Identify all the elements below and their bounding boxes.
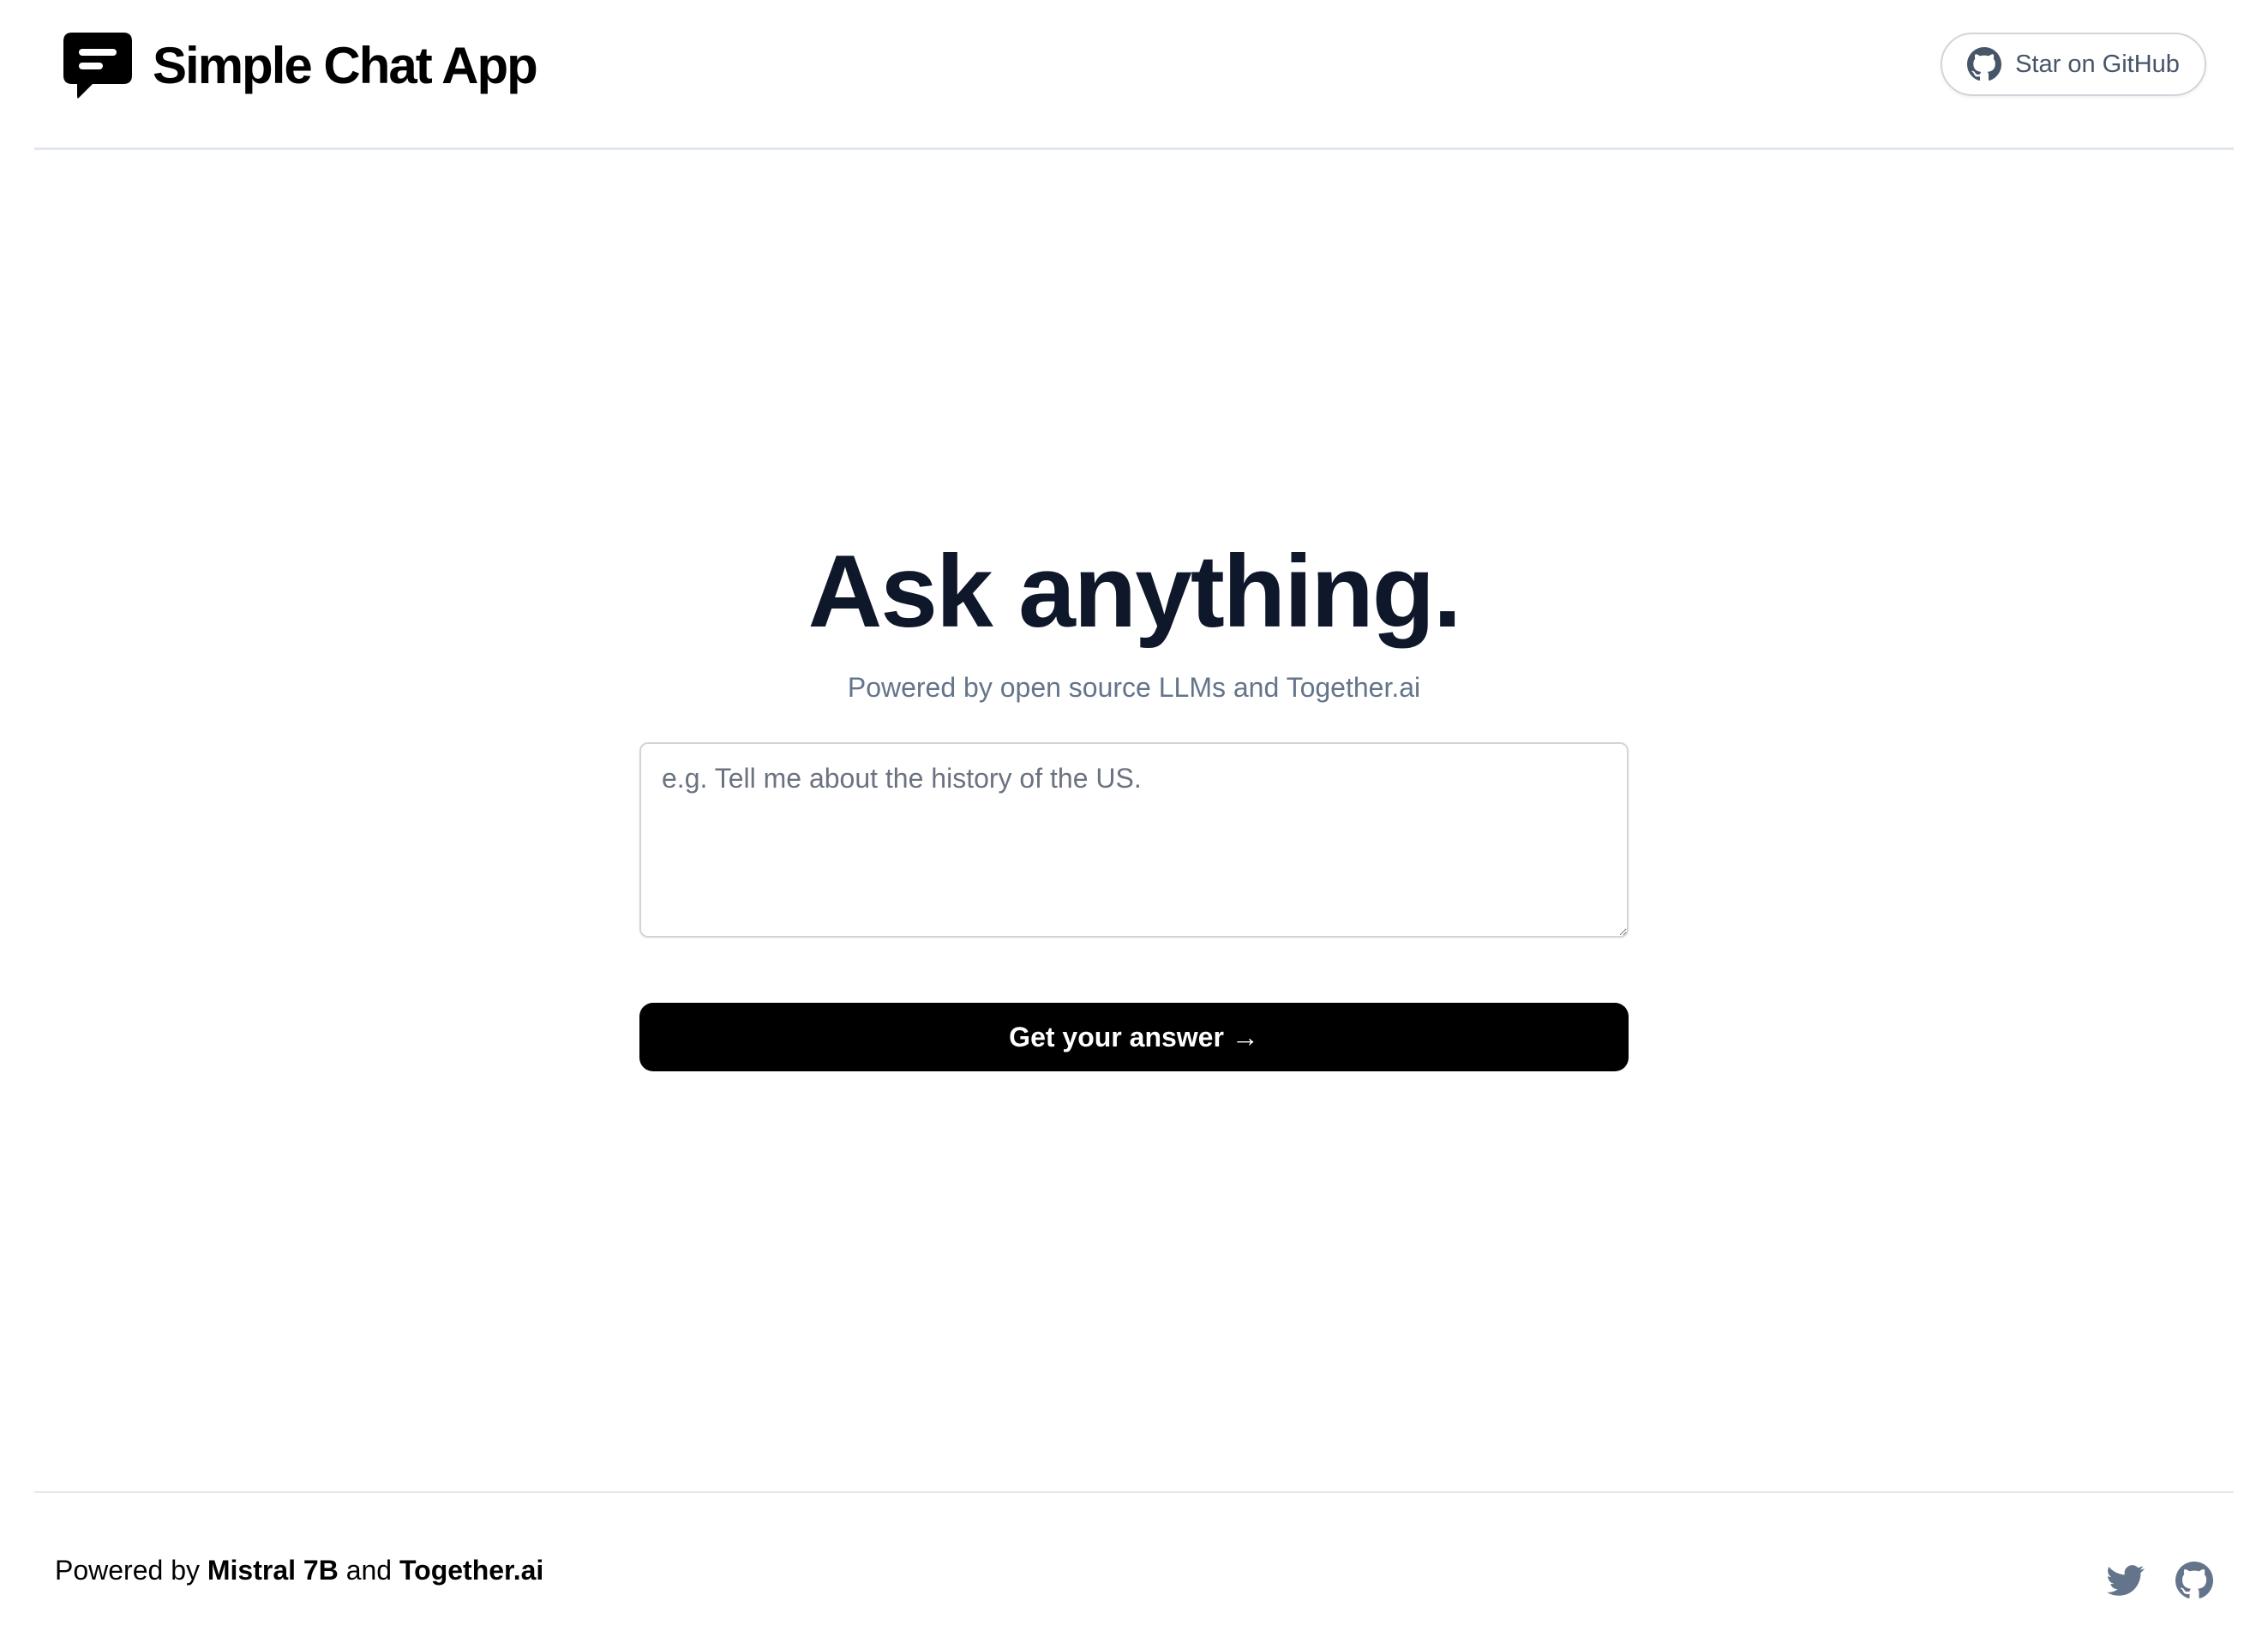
site-footer: Powered by Mistral 7B and Together.ai	[34, 1491, 2234, 1625]
page-subtitle: Powered by open source LLMs and Together…	[847, 672, 1421, 703]
github-icon[interactable]	[2175, 1562, 2213, 1599]
site-header: Simple Chat App Star on GitHub	[34, 0, 2234, 150]
footer-social-links	[2107, 1562, 2213, 1599]
page-title: Ask anything.	[807, 534, 1462, 649]
footer-conjunction: and	[338, 1555, 399, 1586]
star-on-github-label: Star on GitHub	[2015, 50, 2180, 78]
footer-prefix: Powered by	[55, 1555, 207, 1586]
twitter-icon[interactable]	[2107, 1562, 2145, 1599]
get-answer-button[interactable]: Get your answer →	[639, 1003, 1629, 1071]
footer-credits: Powered by Mistral 7B and Together.ai	[55, 1551, 543, 1589]
app-name: Simple Chat App	[153, 37, 538, 94]
github-icon	[1967, 47, 2002, 81]
footer-model-link[interactable]: Mistral 7B	[207, 1555, 339, 1586]
footer-provider-link[interactable]: Together.ai	[399, 1555, 543, 1586]
chat-bubble-icon	[63, 33, 132, 99]
app-logo[interactable]: Simple Chat App	[63, 33, 538, 99]
star-on-github-button[interactable]: Star on GitHub	[1941, 33, 2206, 96]
question-input[interactable]	[639, 742, 1629, 938]
